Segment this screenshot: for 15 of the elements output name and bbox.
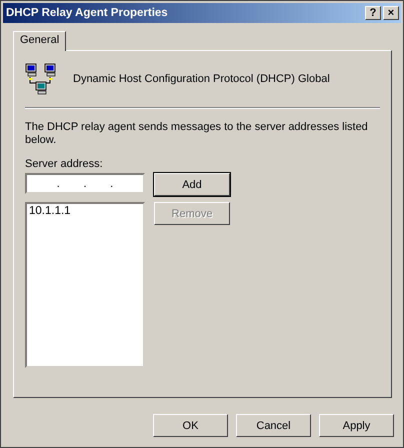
dialog-button[interactable]: Apply: [319, 414, 394, 437]
server-list[interactable]: 10.1.1.1: [25, 202, 145, 368]
window-title: DHCP Relay Agent Properties: [6, 7, 169, 19]
dialog-button[interactable]: Cancel: [236, 414, 311, 437]
list-item[interactable]: 10.1.1.1: [29, 205, 141, 217]
description-text: The DHCP relay agent sends messages to the server addresses listed below.: [25, 121, 369, 147]
dialog-button[interactable]: OK: [153, 414, 228, 437]
network-computers-icon: [25, 63, 57, 95]
header-title: Dynamic Host Configuration Protocol (DHCP) Global: [73, 73, 330, 85]
close-button[interactable]: ×: [383, 6, 399, 20]
tab[interactable]: General: [13, 31, 66, 51]
field-label: Server address:: [25, 158, 104, 170]
add-button[interactable]: Add: [154, 173, 230, 196]
ip-address-field[interactable]: . . .: [25, 173, 145, 194]
help-button[interactable]: ?: [365, 6, 381, 20]
